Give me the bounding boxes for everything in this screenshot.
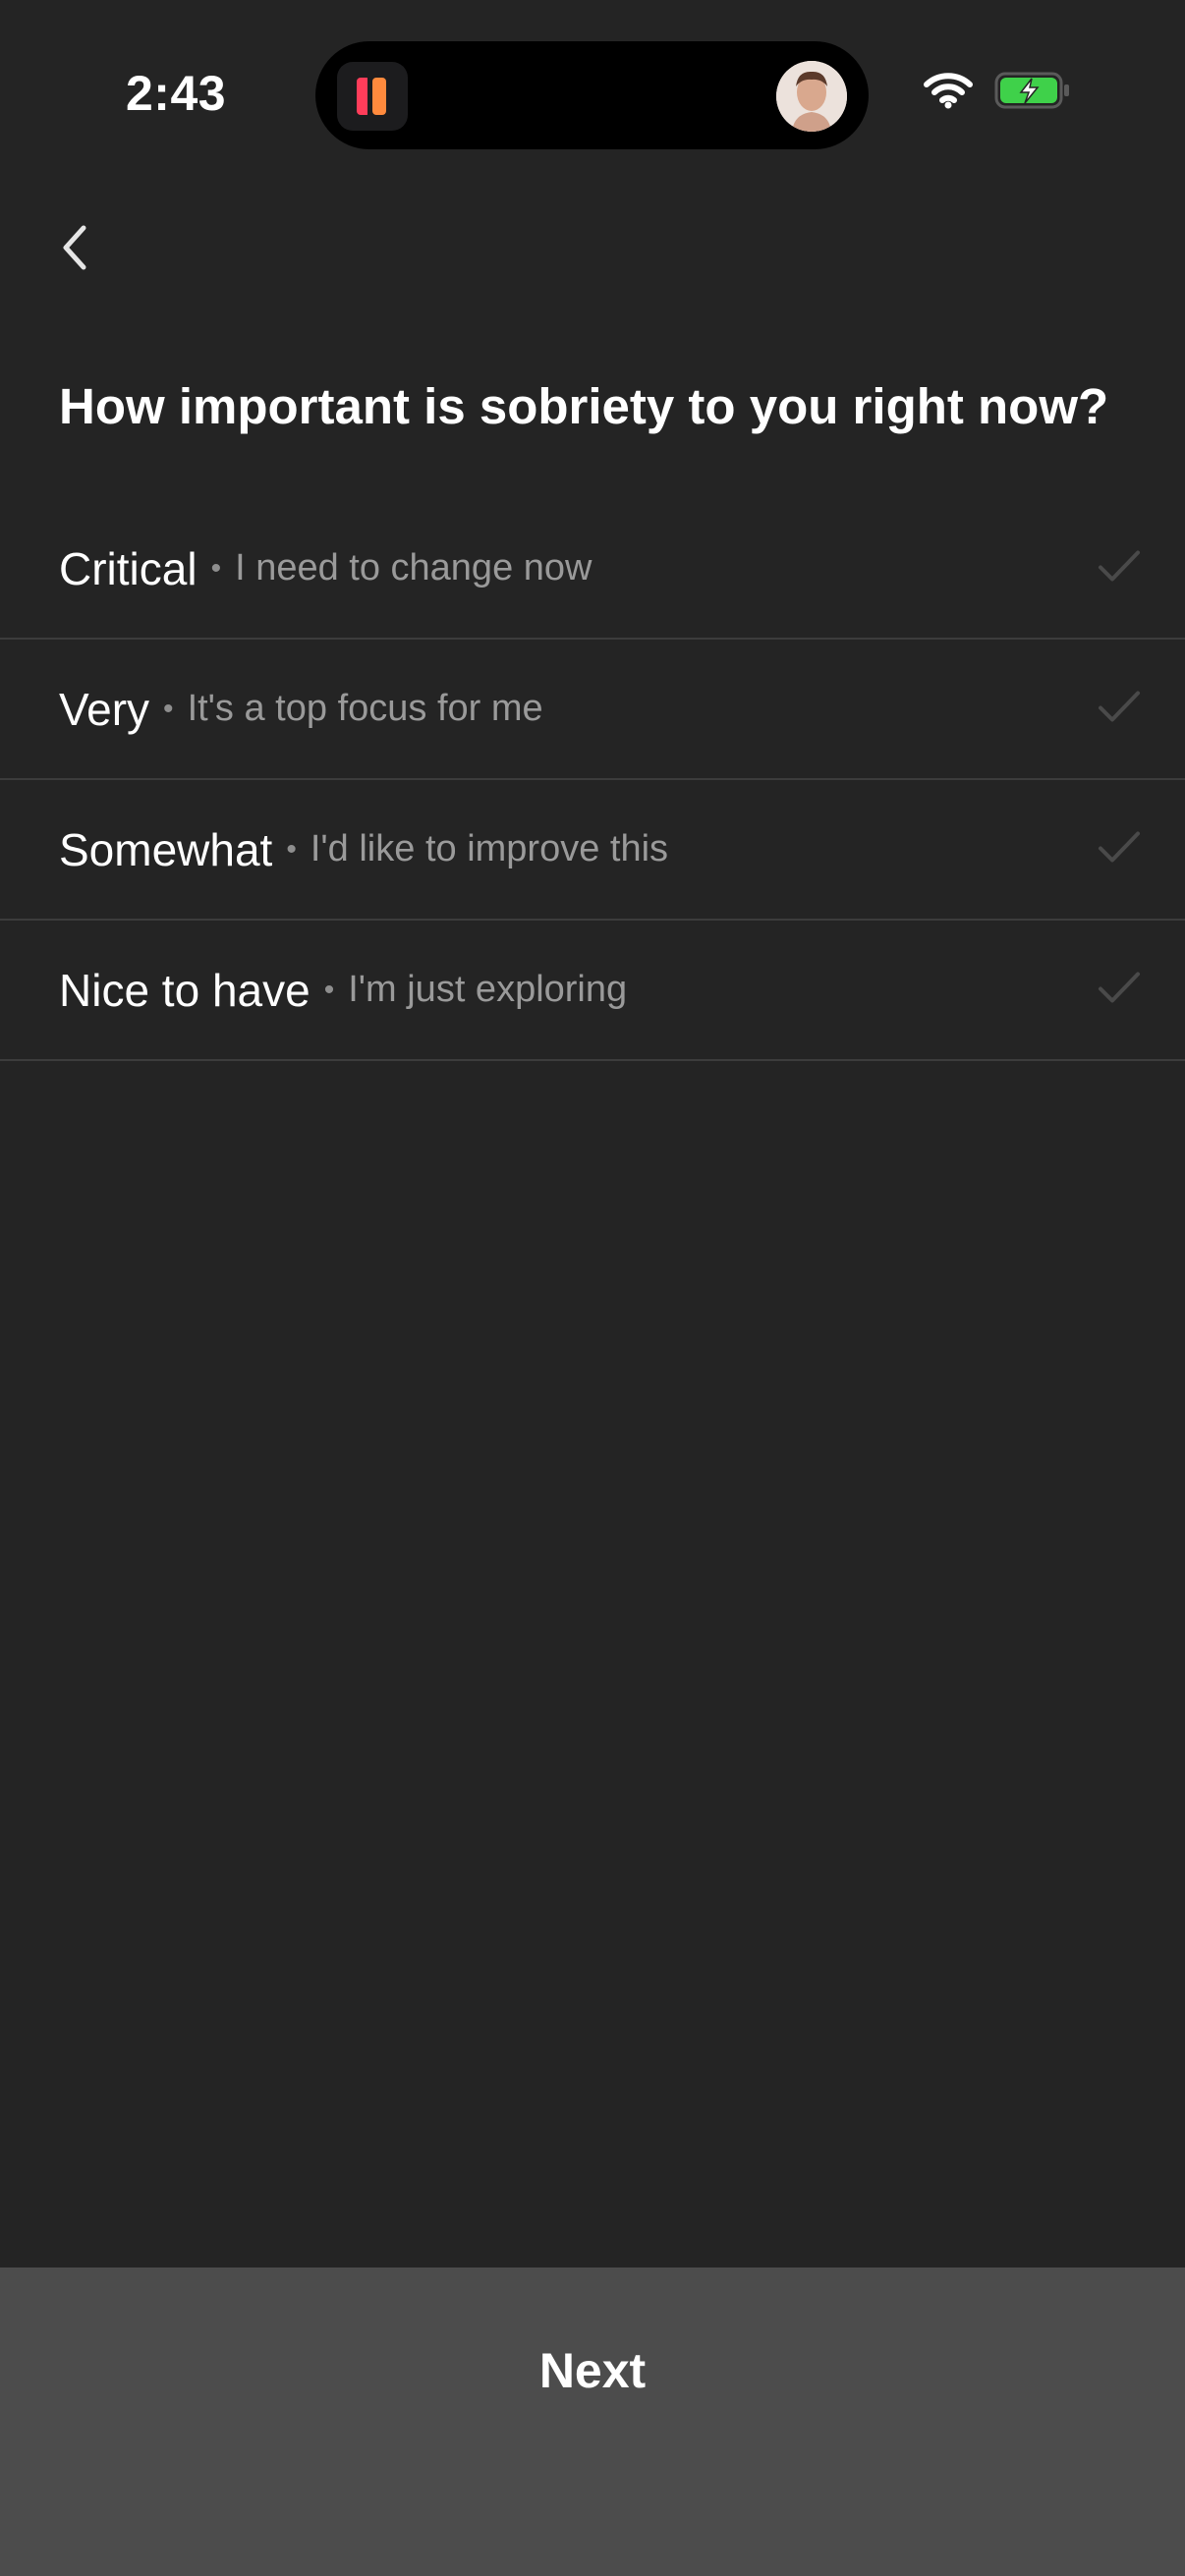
option-somewhat[interactable]: Somewhat • I'd like to improve this bbox=[0, 780, 1185, 921]
option-title: Very bbox=[59, 683, 150, 735]
page-title: How important is sobriety to you right n… bbox=[59, 378, 1109, 434]
check-icon bbox=[1097, 548, 1142, 588]
option-separator: • bbox=[210, 551, 222, 585]
check-icon bbox=[1097, 689, 1142, 729]
chevron-left-icon bbox=[63, 225, 86, 270]
check-icon bbox=[1097, 970, 1142, 1010]
next-button[interactable]: Next bbox=[0, 2268, 1185, 2474]
status-time: 2:43 bbox=[126, 66, 227, 121]
option-separator: • bbox=[286, 832, 297, 866]
option-critical[interactable]: Critical • I need to change now bbox=[0, 499, 1185, 640]
app-icon bbox=[337, 62, 408, 131]
option-nice-to-have[interactable]: Nice to have • I'm just exploring bbox=[0, 921, 1185, 1061]
option-subtitle: It's a top focus for me bbox=[187, 688, 543, 729]
footer-bar: Next bbox=[0, 2268, 1185, 2576]
option-separator: • bbox=[163, 692, 174, 725]
option-separator: • bbox=[323, 973, 335, 1006]
dynamic-island bbox=[315, 41, 869, 149]
option-subtitle: I need to change now bbox=[235, 547, 592, 588]
wifi-icon bbox=[924, 71, 973, 115]
check-icon bbox=[1097, 829, 1142, 869]
option-subtitle: I'd like to improve this bbox=[310, 828, 669, 869]
option-subtitle: I'm just exploring bbox=[348, 969, 628, 1010]
back-button[interactable] bbox=[51, 218, 98, 277]
options-list: Critical • I need to change now Very • I… bbox=[0, 499, 1185, 1061]
battery-charging-icon bbox=[994, 71, 1073, 115]
option-title: Somewhat bbox=[59, 823, 273, 875]
status-bar: 2:43 bbox=[0, 0, 1185, 187]
option-title: Critical bbox=[59, 542, 198, 594]
option-title: Nice to have bbox=[59, 964, 310, 1016]
option-very[interactable]: Very • It's a top focus for me bbox=[0, 640, 1185, 780]
avatar bbox=[776, 61, 847, 132]
